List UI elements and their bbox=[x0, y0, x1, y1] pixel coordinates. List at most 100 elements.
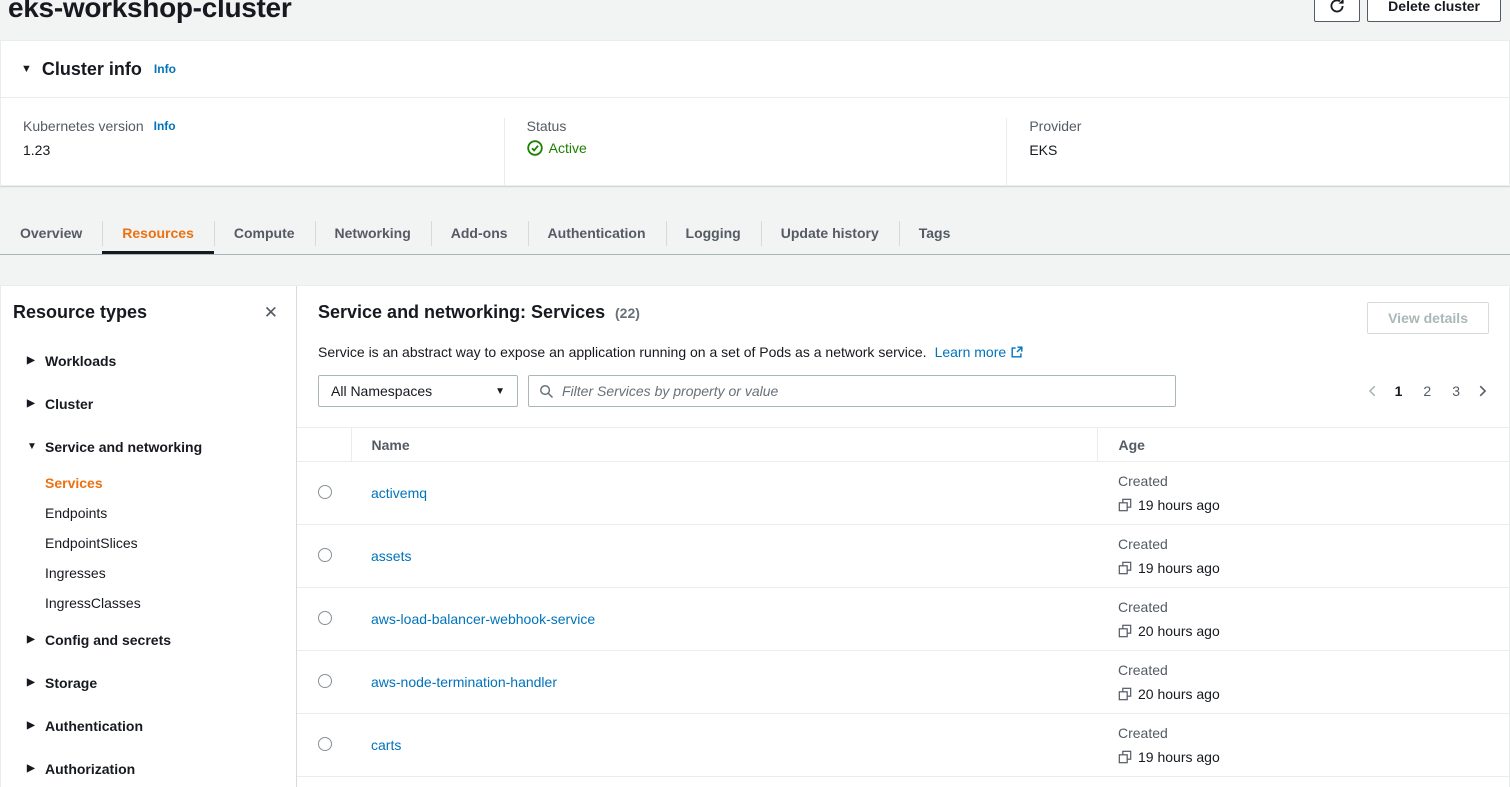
resource-item-services[interactable]: Services bbox=[1, 468, 296, 498]
row-radio[interactable] bbox=[318, 674, 332, 688]
resource-item-ingresses[interactable]: Ingresses bbox=[1, 558, 296, 588]
resource-types-title: Resource types bbox=[13, 302, 147, 323]
services-panel: Service and networking: Services (22) Vi… bbox=[297, 286, 1509, 787]
search-input[interactable] bbox=[562, 383, 1165, 399]
tab-add-ons[interactable]: Add-ons bbox=[431, 212, 528, 254]
table-row: carts Created 19 hours ago bbox=[297, 714, 1509, 777]
resource-item-endpoints[interactable]: Endpoints bbox=[1, 498, 296, 528]
caret-down-icon[interactable]: ▼ bbox=[21, 63, 32, 75]
name-column-header[interactable]: Name bbox=[351, 428, 1097, 462]
cluster-info-header[interactable]: ▼ Cluster info Info bbox=[1, 41, 1509, 98]
search-icon bbox=[539, 384, 554, 399]
chevron-left-icon[interactable] bbox=[1366, 384, 1380, 398]
namespace-filter-value: All Namespaces bbox=[331, 383, 432, 399]
resource-group-label: Authorization bbox=[45, 761, 135, 777]
resource-group-config-and-secrets[interactable]: ▶ Config and secrets bbox=[1, 618, 296, 661]
tab-networking[interactable]: Networking bbox=[315, 212, 431, 254]
age-created-label: Created bbox=[1118, 535, 1509, 553]
select-column-header bbox=[297, 428, 351, 462]
kubernetes-version-info-link[interactable]: Info bbox=[154, 119, 176, 133]
tab-compute[interactable]: Compute bbox=[214, 212, 315, 254]
services-table: Name Age activemq Created 19 hours ago bbox=[297, 427, 1509, 787]
caret-right-icon: ▶ bbox=[27, 634, 45, 645]
age-created-label: Created bbox=[1118, 472, 1509, 490]
copy-icon[interactable] bbox=[1118, 687, 1132, 701]
resource-group-storage[interactable]: ▶ Storage bbox=[1, 661, 296, 704]
provider-field: Provider EKS bbox=[1006, 118, 1509, 185]
resource-group-workloads[interactable]: ▶ Workloads bbox=[1, 339, 296, 382]
resource-group-service-and-networking[interactable]: ▼ Service and networking bbox=[1, 425, 296, 468]
resource-types-tree: ▶ Workloads ▶ Cluster ▼ Service and netw… bbox=[1, 331, 296, 787]
age-column-header[interactable]: Age bbox=[1097, 428, 1509, 462]
resource-group-label: Service and networking bbox=[45, 439, 202, 455]
service-link-aws-node-termination-handler[interactable]: aws-node-termination-handler bbox=[371, 674, 557, 690]
cluster-info-body: Kubernetes version Info 1.23 Status Acti… bbox=[1, 98, 1509, 185]
namespace-filter-select[interactable]: All Namespaces ▼ bbox=[318, 375, 518, 407]
age-value: 20 hours ago bbox=[1138, 685, 1220, 703]
external-link-icon bbox=[1010, 345, 1024, 359]
copy-icon[interactable] bbox=[1118, 624, 1132, 638]
caret-right-icon: ▶ bbox=[27, 398, 45, 409]
caret-right-icon: ▶ bbox=[27, 355, 45, 366]
services-search bbox=[528, 375, 1176, 407]
age-created-label: Created bbox=[1118, 724, 1509, 742]
resource-group-cluster[interactable]: ▶ Cluster bbox=[1, 382, 296, 425]
copy-icon[interactable] bbox=[1118, 750, 1132, 764]
tab-tags[interactable]: Tags bbox=[899, 212, 971, 254]
table-row-partial: Created bbox=[297, 777, 1509, 787]
service-link-activemq[interactable]: activemq bbox=[371, 485, 427, 501]
tab-overview[interactable]: Overview bbox=[0, 212, 102, 254]
table-header-row: Name Age bbox=[297, 428, 1509, 462]
table-row: aws-load-balancer-webhook-service Create… bbox=[297, 588, 1509, 651]
close-icon[interactable]: ✕ bbox=[264, 304, 278, 321]
view-details-button[interactable]: View details bbox=[1367, 302, 1489, 334]
page-number-1[interactable]: 1 bbox=[1389, 381, 1409, 401]
status-label: Status bbox=[527, 118, 567, 134]
tab-resources[interactable]: Resources bbox=[102, 212, 214, 254]
caret-right-icon: ▶ bbox=[27, 763, 45, 774]
resource-group-label: Config and secrets bbox=[45, 632, 171, 648]
page-number-3[interactable]: 3 bbox=[1446, 381, 1466, 401]
tab-update-history[interactable]: Update history bbox=[761, 212, 899, 254]
tab-authentication[interactable]: Authentication bbox=[528, 212, 666, 254]
resource-types-panel: Resource types ✕ ▶ Workloads ▶ Cluster ▼… bbox=[1, 286, 297, 787]
page-number-2[interactable]: 2 bbox=[1417, 381, 1437, 401]
tab-logging[interactable]: Logging bbox=[666, 212, 761, 254]
cluster-info-info-link[interactable]: Info bbox=[154, 62, 176, 76]
resource-item-ingressclasses[interactable]: IngressClasses bbox=[1, 588, 296, 618]
row-radio[interactable] bbox=[318, 611, 332, 625]
copy-icon[interactable] bbox=[1118, 561, 1132, 575]
service-link-aws-load-balancer-webhook-service[interactable]: aws-load-balancer-webhook-service bbox=[371, 611, 595, 627]
age-value: 20 hours ago bbox=[1138, 622, 1220, 640]
kubernetes-version-label: Kubernetes version bbox=[23, 118, 144, 134]
learn-more-link[interactable]: Learn more bbox=[935, 344, 1025, 360]
status-field: Status Active bbox=[504, 118, 1007, 185]
refresh-button[interactable] bbox=[1314, 0, 1360, 22]
table-row: aws-node-termination-handler Created 20 … bbox=[297, 651, 1509, 714]
row-radio[interactable] bbox=[318, 485, 332, 499]
row-radio[interactable] bbox=[318, 737, 332, 751]
delete-cluster-button[interactable]: Delete cluster bbox=[1367, 0, 1501, 22]
cluster-info-title: Cluster info bbox=[42, 59, 142, 80]
row-radio[interactable] bbox=[318, 548, 332, 562]
provider-value: EKS bbox=[1029, 142, 1487, 158]
resource-item-endpointslices[interactable]: EndpointSlices bbox=[1, 528, 296, 558]
service-link-assets[interactable]: assets bbox=[371, 548, 411, 564]
table-row: assets Created 19 hours ago bbox=[297, 525, 1509, 588]
resource-group-authentication[interactable]: ▶ Authentication bbox=[1, 704, 296, 747]
caret-right-icon: ▶ bbox=[27, 677, 45, 688]
status-value: Active bbox=[549, 140, 587, 156]
age-created-label: Created bbox=[1118, 598, 1509, 616]
service-link-carts[interactable]: carts bbox=[371, 737, 401, 753]
age-created-label: Created bbox=[1118, 661, 1509, 679]
resource-group-label: Workloads bbox=[45, 353, 116, 369]
provider-label: Provider bbox=[1029, 118, 1081, 134]
copy-icon[interactable] bbox=[1118, 498, 1132, 512]
age-created-label: Created bbox=[1118, 783, 1509, 787]
caret-right-icon: ▶ bbox=[27, 720, 45, 731]
resource-group-authorization[interactable]: ▶ Authorization bbox=[1, 747, 296, 787]
chevron-right-icon[interactable] bbox=[1475, 384, 1489, 398]
caret-down-icon: ▼ bbox=[27, 441, 45, 452]
resource-group-label: Storage bbox=[45, 675, 97, 691]
status-check-icon bbox=[527, 140, 543, 156]
